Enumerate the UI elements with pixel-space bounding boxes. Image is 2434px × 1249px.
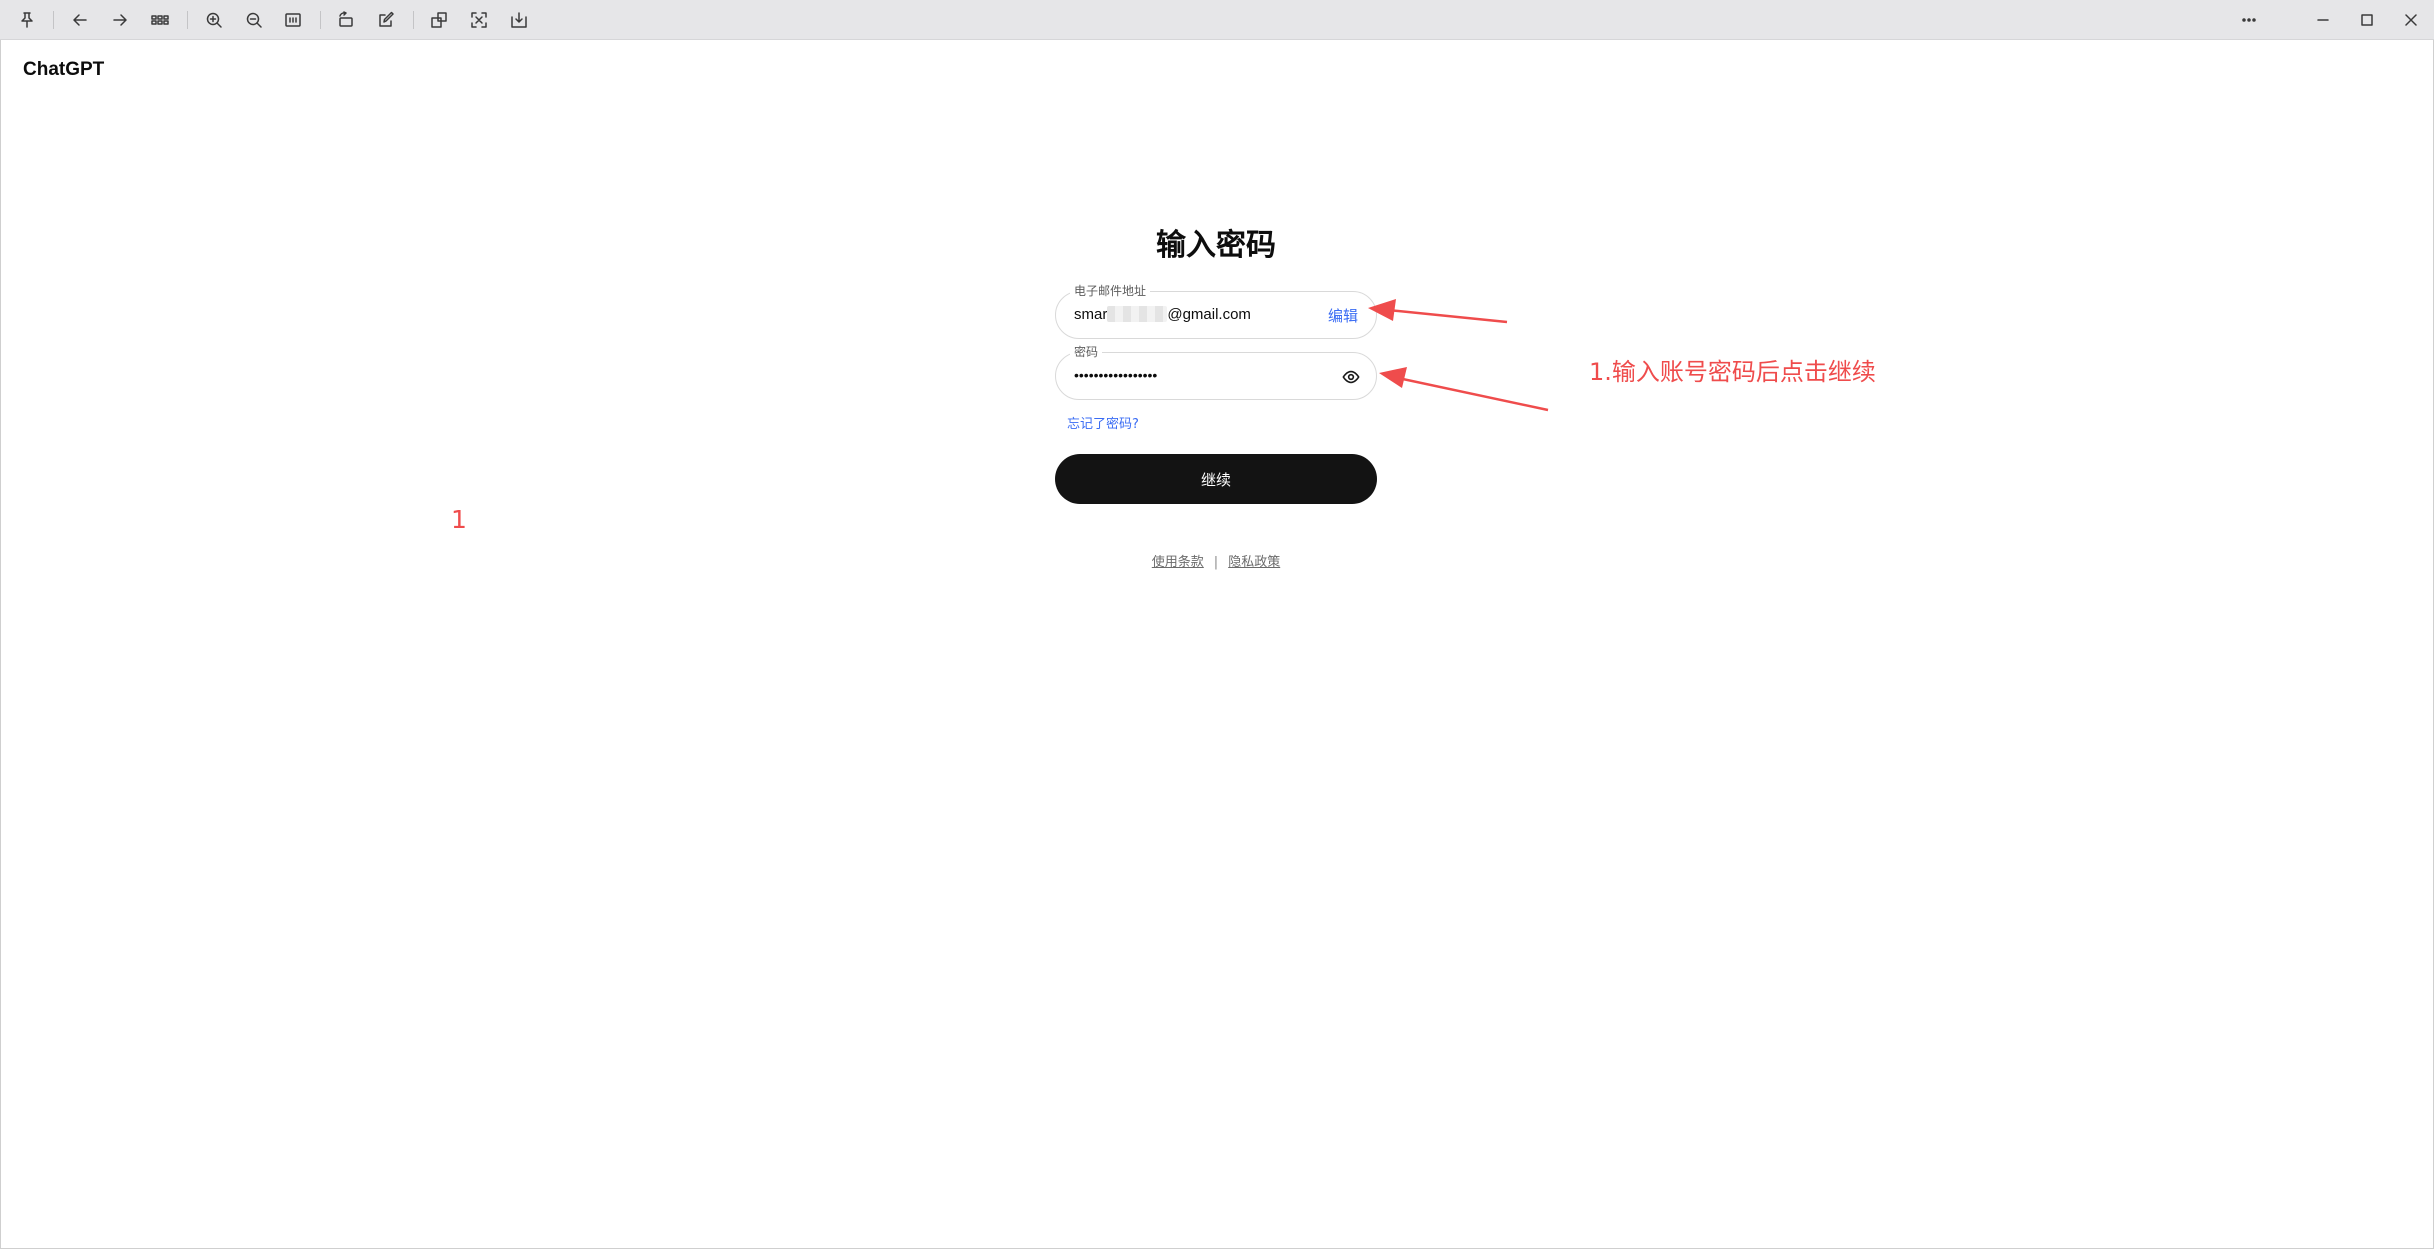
back-arrow-icon[interactable] bbox=[68, 8, 92, 32]
viewer-toolbar bbox=[0, 0, 2434, 40]
terms-link[interactable]: 使用条款 bbox=[1152, 555, 1204, 570]
annotation-instruction: 1.输入账号密码后点击继续 bbox=[1589, 358, 1876, 386]
annotation-step-number: 1 bbox=[451, 505, 467, 534]
toolbar-divider bbox=[187, 11, 188, 29]
password-field[interactable]: 密码 ••••••••••••••••• bbox=[1055, 344, 1377, 400]
minimize-icon[interactable] bbox=[2311, 8, 2335, 32]
redacted-mosaic bbox=[1107, 305, 1168, 322]
eye-icon[interactable] bbox=[1340, 366, 1362, 388]
close-icon[interactable] bbox=[2399, 8, 2423, 32]
screenshot-icon[interactable] bbox=[467, 8, 491, 32]
password-input[interactable]: ••••••••••••••••• bbox=[1074, 366, 1157, 384]
more-icon[interactable] bbox=[2237, 8, 2261, 32]
pin-icon[interactable] bbox=[15, 8, 39, 32]
grid-icon[interactable] bbox=[148, 8, 172, 32]
edit-email-link[interactable]: 编辑 bbox=[1328, 305, 1358, 326]
fit-width-icon[interactable] bbox=[281, 8, 305, 32]
email-prefix: smar bbox=[1074, 306, 1108, 323]
export-icon[interactable] bbox=[507, 8, 531, 32]
email-field[interactable]: 电子邮件地址 smar @gmail.com 编辑 bbox=[1055, 283, 1377, 339]
forgot-password-link[interactable]: 忘记了密码? bbox=[1067, 413, 1139, 432]
crop-icon[interactable] bbox=[427, 8, 451, 32]
maximize-icon[interactable] bbox=[2355, 8, 2379, 32]
toolbar-divider bbox=[320, 11, 321, 29]
zoom-out-icon[interactable] bbox=[242, 8, 266, 32]
brand-logo[interactable]: ChatGPT bbox=[23, 59, 104, 81]
footer-links: 使用条款 | 隐私政策 bbox=[1100, 551, 1332, 570]
edit-icon[interactable] bbox=[374, 8, 398, 32]
email-suffix: @gmail.com bbox=[1167, 306, 1251, 323]
page-title: 输入密码 bbox=[1156, 228, 1276, 263]
email-label: 电子邮件地址 bbox=[1070, 283, 1151, 299]
toolbar-divider bbox=[413, 11, 414, 29]
toolbar-divider bbox=[53, 11, 54, 29]
zoom-in-icon[interactable] bbox=[202, 8, 226, 32]
password-label: 密码 bbox=[1070, 344, 1103, 360]
privacy-link[interactable]: 隐私政策 bbox=[1228, 555, 1280, 570]
footer-separator: | bbox=[1213, 555, 1219, 570]
email-value: smar @gmail.com bbox=[1074, 305, 1251, 324]
rotate-icon[interactable] bbox=[334, 8, 358, 32]
continue-button[interactable]: 继续 bbox=[1055, 454, 1377, 504]
forward-arrow-icon[interactable] bbox=[108, 8, 132, 32]
